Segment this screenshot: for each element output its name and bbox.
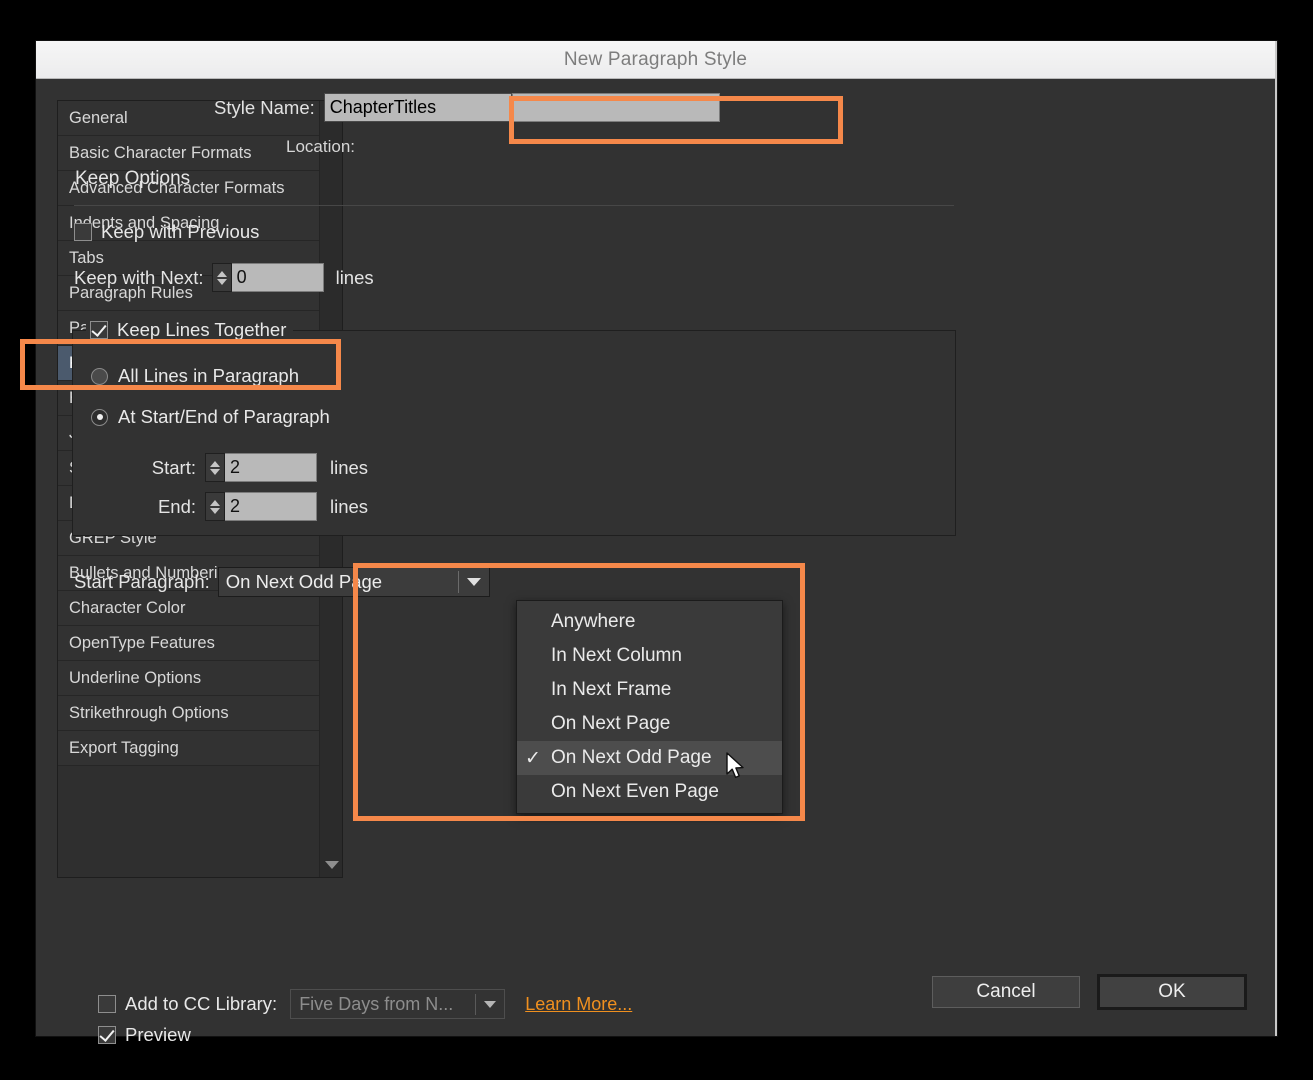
at-start-end-of-paragraph-radio[interactable] xyxy=(91,409,108,426)
section-title-keep-options: Keep Options xyxy=(75,168,190,190)
all-lines-in-paragraph-row[interactable]: All Lines in Paragraph xyxy=(91,365,299,387)
start-paragraph-label: Start Paragraph: xyxy=(74,571,210,593)
cancel-button[interactable]: Cancel xyxy=(932,976,1080,1008)
end-lines-unit: lines xyxy=(330,496,368,518)
learn-more-link[interactable]: Learn More... xyxy=(525,994,632,1015)
sidebar-item-underline-options[interactable]: Underline Options xyxy=(58,661,319,696)
preview-row[interactable]: Preview xyxy=(98,1024,191,1046)
menu-item-label: On Next Odd Page xyxy=(551,747,712,769)
end-lines-spinner-icon[interactable] xyxy=(205,492,225,521)
cc-library-select[interactable]: Five Days from N... xyxy=(290,989,505,1019)
keep-with-previous-checkbox[interactable] xyxy=(74,223,92,241)
select-separator xyxy=(458,571,459,593)
style-name-row: Style Name: ChapterTitles xyxy=(214,93,720,122)
new-paragraph-style-dialog: New Paragraph Style General Basic Charac… xyxy=(36,41,1277,1036)
sidebar-item-basic-character-formats[interactable]: Basic Character Formats xyxy=(58,136,319,171)
menu-item-label: Anywhere xyxy=(551,611,636,633)
keep-with-previous-row[interactable]: Keep with Previous xyxy=(74,221,259,243)
screen-root: New Paragraph Style General Basic Charac… xyxy=(0,0,1313,1080)
menu-item-on-next-odd-page[interactable]: ✓ On Next Odd Page xyxy=(517,741,782,775)
cc-library-chevron-down-icon[interactable] xyxy=(476,1001,504,1008)
end-lines-row: End: 2 lines xyxy=(124,492,368,521)
keep-with-next-input[interactable]: 0 xyxy=(232,263,324,292)
start-paragraph-row: Start Paragraph: On Next Odd Page xyxy=(74,567,490,597)
keep-with-next-label: Keep with Next: xyxy=(74,267,204,289)
add-to-cc-library-checkbox[interactable] xyxy=(98,995,116,1013)
keep-lines-together-label: Keep Lines Together xyxy=(117,319,286,341)
keep-with-next-row: Keep with Next: 0 lines xyxy=(74,263,374,292)
keep-with-next-unit: lines xyxy=(336,267,374,289)
menu-item-label: On Next Page xyxy=(551,713,670,735)
chevron-down-icon[interactable] xyxy=(460,568,489,596)
keep-lines-together-checkbox[interactable] xyxy=(90,321,108,339)
keep-with-previous-label: Keep with Previous xyxy=(101,221,259,243)
start-lines-spinner-icon[interactable] xyxy=(205,453,225,482)
start-paragraph-selected-value: On Next Odd Page xyxy=(219,571,458,593)
start-lines-label: Start: xyxy=(124,457,196,479)
style-name-input[interactable]: ChapterTitles xyxy=(324,93,512,122)
sidebar-item-export-tagging[interactable]: Export Tagging xyxy=(58,731,319,766)
menu-item-on-next-page[interactable]: On Next Page xyxy=(517,707,782,741)
menu-item-checkmark-icon: ✓ xyxy=(525,747,551,770)
preview-label: Preview xyxy=(125,1024,191,1046)
style-name-label: Style Name: xyxy=(214,97,315,119)
start-lines-input[interactable]: 2 xyxy=(225,453,317,482)
sidebar-item-opentype-features[interactable]: OpenType Features xyxy=(58,626,319,661)
start-paragraph-dropdown-menu[interactable]: Anywhere In Next Column In Next Frame On… xyxy=(516,600,783,814)
at-start-end-of-paragraph-label: At Start/End of Paragraph xyxy=(118,406,330,428)
preview-checkbox[interactable] xyxy=(98,1026,116,1044)
menu-item-in-next-column[interactable]: In Next Column xyxy=(517,639,782,673)
start-lines-unit: lines xyxy=(330,457,368,479)
all-lines-in-paragraph-radio[interactable] xyxy=(91,368,108,385)
add-to-cc-library-label: Add to CC Library: xyxy=(125,993,277,1015)
dialog-title: New Paragraph Style xyxy=(564,49,747,71)
all-lines-in-paragraph-label: All Lines in Paragraph xyxy=(118,365,299,387)
start-lines-row: Start: 2 lines xyxy=(124,453,368,482)
start-paragraph-select[interactable]: On Next Odd Page xyxy=(218,567,490,597)
keep-with-next-spinner-icon[interactable] xyxy=(212,263,232,292)
menu-item-label: In Next Column xyxy=(551,645,682,667)
style-name-input-extension[interactable] xyxy=(512,93,720,122)
keep-lines-together-legend[interactable]: Keep Lines Together xyxy=(86,319,293,341)
end-lines-stepper[interactable]: 2 xyxy=(205,492,317,521)
dialog-titlebar: New Paragraph Style xyxy=(36,41,1275,79)
location-label: Location: xyxy=(286,137,355,156)
at-start-end-of-paragraph-row[interactable]: At Start/End of Paragraph xyxy=(91,406,330,428)
sidebar-item-strikethrough-options[interactable]: Strikethrough Options xyxy=(58,696,319,731)
end-lines-input[interactable]: 2 xyxy=(225,492,317,521)
menu-item-on-next-even-page[interactable]: On Next Even Page xyxy=(517,775,782,809)
scroll-down-arrow-icon[interactable] xyxy=(320,855,343,875)
location-row: Location: xyxy=(286,137,355,157)
cc-library-selected-value: Five Days from N... xyxy=(291,994,475,1015)
section-divider xyxy=(74,205,954,206)
end-lines-label: End: xyxy=(124,496,196,518)
menu-item-label: In Next Frame xyxy=(551,679,671,701)
keep-with-next-stepper[interactable]: 0 xyxy=(212,263,324,292)
menu-item-anywhere[interactable]: Anywhere xyxy=(517,605,782,639)
start-lines-stepper[interactable]: 2 xyxy=(205,453,317,482)
menu-item-label: On Next Even Page xyxy=(551,781,719,803)
add-to-cc-library-row: Add to CC Library: Five Days from N... L… xyxy=(98,989,632,1019)
ok-button[interactable]: OK xyxy=(1097,974,1247,1010)
menu-item-in-next-frame[interactable]: In Next Frame xyxy=(517,673,782,707)
